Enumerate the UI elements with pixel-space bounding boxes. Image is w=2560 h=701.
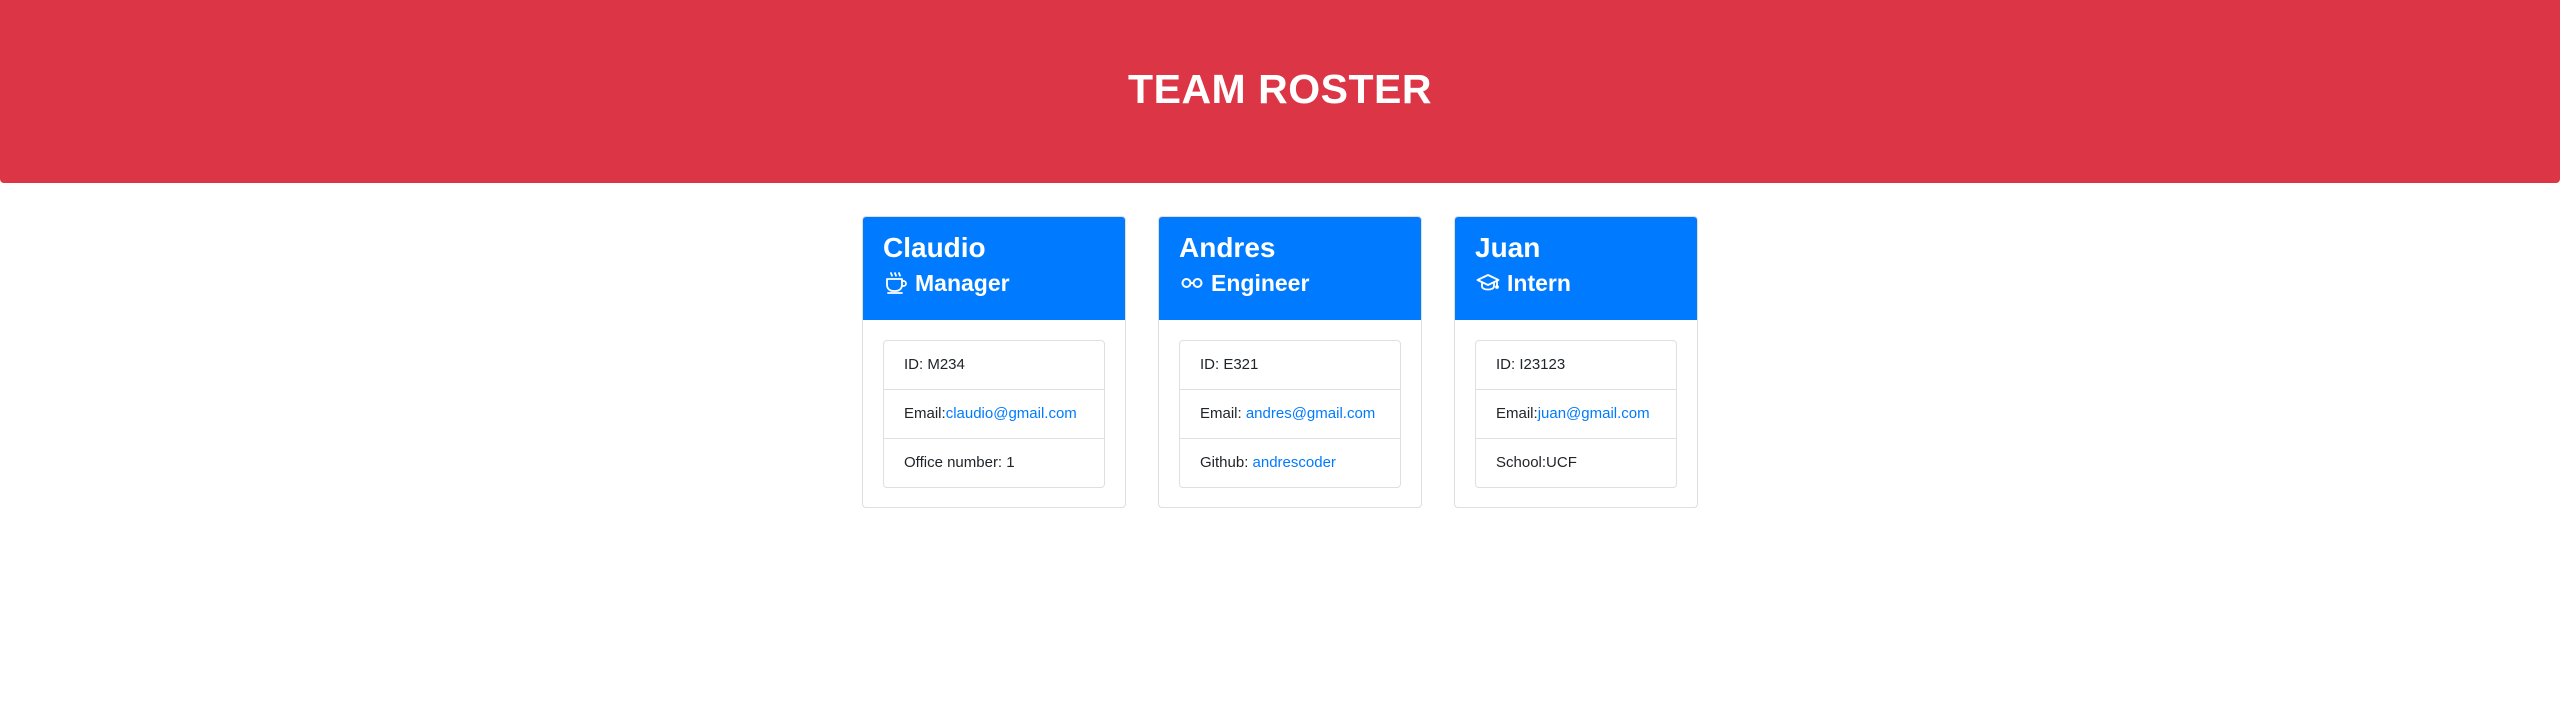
card-header: Claudio Manager — [863, 217, 1125, 320]
card-header: Andres Engineer — [1159, 217, 1421, 320]
team-cards: Claudio Manager ID: M234 Email:claudio@g… — [0, 216, 2560, 508]
email-label: Email: — [904, 405, 946, 422]
employee-card-intern: Juan Intern ID: I23123 Email:juan@gmail.… — [1454, 216, 1698, 508]
email-item: Email: andres@gmail.com — [1180, 390, 1400, 439]
email-item: Email:claudio@gmail.com — [884, 390, 1104, 439]
employee-role: Intern — [1475, 269, 1677, 297]
card-body: ID: I23123 Email:juan@gmail.com School:U… — [1455, 320, 1697, 507]
graduation-cap-icon — [1475, 270, 1501, 296]
coffee-mug-icon — [883, 270, 909, 296]
email-label: Email: — [1200, 405, 1246, 422]
id-item: ID: I23123 — [1476, 341, 1676, 390]
page-title: TEAM ROSTER — [1128, 66, 1432, 112]
id-item: ID: E321 — [1180, 341, 1400, 390]
glasses-icon — [1179, 270, 1205, 296]
employee-role: Manager — [883, 269, 1105, 297]
employee-name: Andres — [1179, 232, 1276, 263]
card-body: ID: E321 Email: andres@gmail.com Github:… — [1159, 320, 1421, 507]
email-link[interactable]: juan@gmail.com — [1538, 405, 1650, 422]
page-header: TEAM ROSTER — [0, 0, 2560, 183]
email-label: Email: — [1496, 405, 1538, 422]
role-label: Engineer — [1211, 270, 1310, 296]
office-number-item: Office number: 1 — [904, 454, 1015, 471]
email-link[interactable]: claudio@gmail.com — [946, 405, 1077, 422]
card-body: ID: M234 Email:claudio@gmail.com Office … — [863, 320, 1125, 507]
role-label: Intern — [1507, 270, 1571, 296]
details-list: ID: I23123 Email:juan@gmail.com School:U… — [1475, 340, 1677, 488]
employee-name: Juan — [1475, 232, 1541, 263]
github-label: Github: — [1200, 454, 1253, 471]
github-link[interactable]: andrescoder — [1253, 454, 1336, 471]
employee-name: Claudio — [883, 232, 986, 263]
email-item: Email:juan@gmail.com — [1476, 390, 1676, 439]
email-link[interactable]: andres@gmail.com — [1246, 405, 1375, 422]
employee-role: Engineer — [1179, 269, 1401, 297]
role-label: Manager — [915, 270, 1010, 296]
id-item: ID: M234 — [884, 341, 1104, 390]
details-list: ID: M234 Email:claudio@gmail.com Office … — [883, 340, 1105, 488]
school-item: School:UCF — [1496, 454, 1577, 471]
employee-card-manager: Claudio Manager ID: M234 Email:claudio@g… — [862, 216, 1126, 508]
card-header: Juan Intern — [1455, 217, 1697, 320]
github-item: Github: andrescoder — [1180, 439, 1400, 487]
details-list: ID: E321 Email: andres@gmail.com Github:… — [1179, 340, 1401, 488]
employee-card-engineer: Andres Engineer ID: E321 Email: andres@g… — [1158, 216, 1422, 508]
